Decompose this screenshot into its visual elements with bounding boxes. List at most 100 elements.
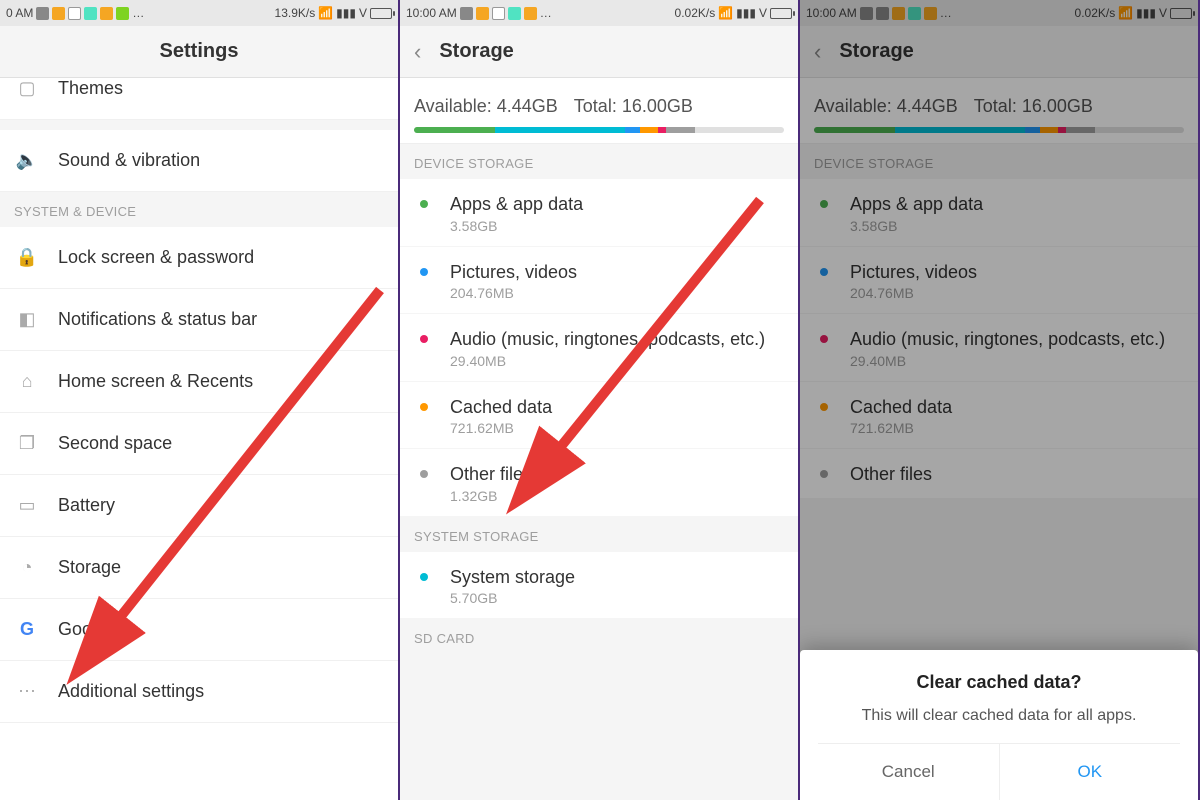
list-label: Sound & vibration (58, 150, 200, 171)
storage-item[interactable]: Apps & app data3.58GB (800, 179, 1198, 247)
dialog-message: This will clear cached data for all apps… (818, 707, 1180, 725)
storage-item[interactable]: Other files (800, 449, 1198, 499)
wifi-icon: 📶 (718, 6, 733, 20)
battery-icon: ▭ (14, 493, 40, 519)
list-item-storage[interactable]: ◔ Storage (0, 537, 398, 599)
status-speed: 0.02K/s (675, 6, 716, 20)
total-value: 16.00GB (1022, 96, 1093, 116)
storage-item[interactable]: Other files 1.32GB (400, 449, 798, 517)
wifi-icon: 📶 (1118, 6, 1133, 20)
app-icon (100, 7, 113, 20)
storage-item-title: Other files (450, 463, 784, 486)
status-speed: 0.02K/s (1075, 6, 1116, 20)
storage-bar (414, 127, 784, 133)
storage-item-title: Audio (music, ringtones, podcasts, etc.) (450, 328, 784, 351)
storage-item[interactable]: System storage5.70GB (400, 552, 798, 620)
storage-item-title: System storage (450, 566, 784, 589)
storage-item-title: Pictures, videos (450, 261, 784, 284)
list-label: Lock screen & password (58, 247, 254, 268)
list-label: Battery (58, 495, 115, 516)
ok-button[interactable]: OK (999, 744, 1181, 800)
list-label: Storage (58, 557, 121, 578)
storage-item[interactable]: Pictures, videos204.76MB (800, 247, 1198, 315)
section-device-storage: DEVICE STORAGE (400, 144, 798, 179)
dots-icon: ⋯ (14, 679, 40, 705)
list-label: Google (58, 619, 116, 640)
settings-list[interactable]: ▢ Themes 🔈 Sound & vibration SYSTEM & DE… (0, 78, 398, 800)
notification-icon: ◧ (14, 307, 40, 333)
list-item-sound[interactable]: 🔈 Sound & vibration (0, 130, 398, 192)
storage-item-size: 204.76MB (850, 285, 1184, 301)
app-icon (892, 7, 905, 20)
dialog-title: Clear cached data? (818, 672, 1180, 693)
list-label: Additional settings (58, 681, 204, 702)
lock-icon: 🔒 (14, 245, 40, 271)
speaker-icon: 🔈 (14, 148, 40, 174)
app-icon (924, 7, 937, 20)
google-icon: G (14, 617, 40, 643)
available-label: Available: (814, 96, 892, 116)
status-bar: 10:00 AM … 0.02K/s 📶 ▮▮▮ V (800, 0, 1198, 26)
status-more: … (940, 6, 952, 20)
status-bar: 0 AM … 13.9K/s 📶 ▮▮▮ V (0, 0, 398, 26)
back-button[interactable]: ‹ (814, 39, 821, 65)
section-system-storage: SYSTEM STORAGE (400, 517, 798, 552)
status-signal: V (759, 6, 767, 20)
color-dot-icon (820, 335, 828, 343)
available-label: Available: (414, 96, 492, 116)
storage-item-size: 29.40MB (450, 353, 784, 369)
storage-item-size: 3.58GB (450, 218, 784, 234)
app-icon (476, 7, 489, 20)
list-label: Themes (58, 78, 123, 99)
total-value: 16.00GB (622, 96, 693, 116)
list-item-battery[interactable]: ▭ Battery (0, 475, 398, 537)
cancel-button[interactable]: Cancel (818, 744, 999, 800)
storage-item-title: Audio (music, ringtones, podcasts, etc.) (850, 328, 1184, 351)
storage-item[interactable]: Audio (music, ringtones, podcasts, etc.)… (400, 314, 798, 382)
storage-summary: Available: 4.44GB Total: 16.00GB (800, 78, 1198, 144)
list-item-notifications[interactable]: ◧ Notifications & status bar (0, 289, 398, 351)
signal-icon: ▮▮▮ (336, 6, 356, 20)
color-dot-icon (420, 268, 428, 276)
storage-item[interactable]: Cached data721.62MB (400, 382, 798, 450)
list-item-homescreen[interactable]: ⌂ Home screen & Recents (0, 351, 398, 413)
available-value: 4.44GB (897, 96, 958, 116)
total-label: Total: (574, 96, 617, 116)
app-icon (84, 7, 97, 20)
storage-item-title: Apps & app data (450, 193, 784, 216)
storage-item-size: 1.32GB (450, 488, 784, 504)
list-item-secondspace[interactable]: ❐ Second space (0, 413, 398, 475)
app-icon (492, 7, 505, 20)
status-time: 0 AM (6, 6, 33, 20)
total-label: Total: (974, 96, 1017, 116)
color-dot-icon (420, 470, 428, 478)
back-button[interactable]: ‹ (414, 39, 421, 65)
storage-item[interactable]: Pictures, videos204.76MB (400, 247, 798, 315)
color-dot-icon (420, 335, 428, 343)
list-item-themes[interactable]: ▢ Themes (0, 78, 398, 120)
storage-bar (814, 127, 1184, 133)
section-device-storage: DEVICE STORAGE (800, 144, 1198, 179)
storage-summary: Available: 4.44GB Total: 16.00GB (400, 78, 798, 144)
storage-item-title: Cached data (450, 396, 784, 419)
color-dot-icon (420, 573, 428, 581)
status-signal: V (1159, 6, 1167, 20)
list-item-additional[interactable]: ⋯ Additional settings (0, 661, 398, 723)
list-item-google[interactable]: G Google (0, 599, 398, 661)
panel-storage: 10:00 AM … 0.02K/s 📶 ▮▮▮ V ‹ Storage Ava… (400, 0, 800, 800)
list-item-lockscreen[interactable]: 🔒 Lock screen & password (0, 227, 398, 289)
clear-cache-dialog: Clear cached data? This will clear cache… (800, 650, 1198, 800)
color-dot-icon (820, 200, 828, 208)
storage-item[interactable]: Cached data721.62MB (800, 382, 1198, 450)
battery-icon (770, 8, 792, 19)
page-title: Storage (839, 40, 913, 63)
status-time: 10:00 AM (406, 6, 457, 20)
pie-icon: ◔ (14, 555, 40, 581)
app-icon (52, 7, 65, 20)
storage-item[interactable]: Apps & app data 3.58GB (400, 179, 798, 247)
storage-item-title: Apps & app data (850, 193, 1184, 216)
wifi-icon: 📶 (318, 6, 333, 20)
storage-item[interactable]: Audio (music, ringtones, podcasts, etc.)… (800, 314, 1198, 382)
page-title: Settings (160, 40, 239, 63)
status-speed: 13.9K/s (275, 6, 316, 20)
